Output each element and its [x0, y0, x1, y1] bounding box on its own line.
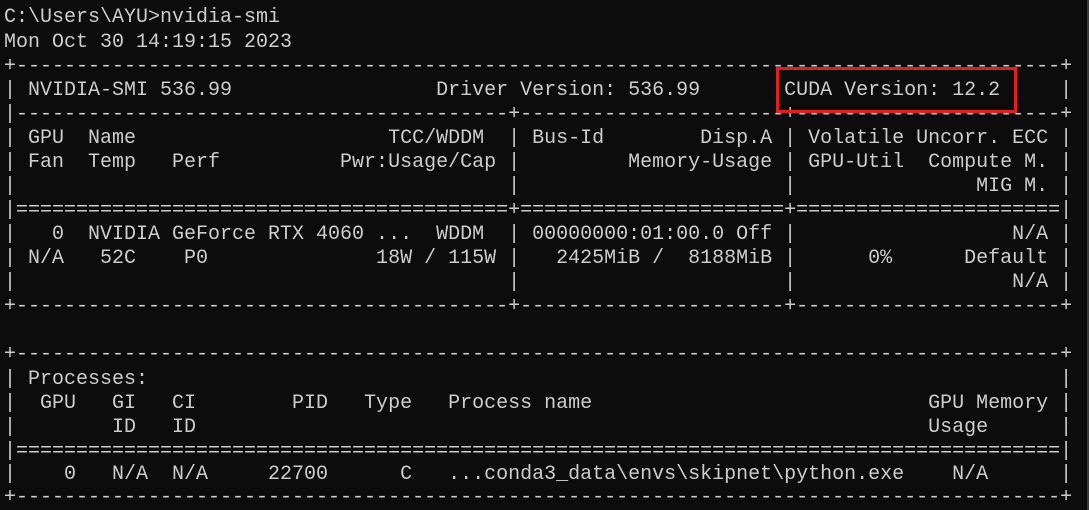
- terminal-window[interactable]: C:\Users\AYU>nvidia-smi Mon Oct 30 14:19…: [0, 0, 1089, 510]
- processes-title: | Processes: |: [4, 368, 1073, 391]
- process-row: | 0 N/A N/A 22700 C ...conda3_data\envs\…: [4, 463, 1073, 486]
- gpu-row-3: | | | N/A |: [4, 271, 1073, 294]
- processes-double-separator: |=======================================…: [4, 440, 1073, 463]
- processes-top-border: +---------------------------------------…: [4, 343, 1073, 366]
- header-double-separator: |=======================================…: [4, 199, 1073, 222]
- gpu-row-2: | N/A 52C P0 18W / 115W | 2425MiB / 8188…: [4, 247, 1073, 270]
- gpu-table-bottom-border: +---------------------------------------…: [4, 295, 1073, 318]
- cuda-version-highlight: [776, 67, 1017, 113]
- processes-header-row-2: | ID ID Usage |: [4, 416, 1073, 439]
- gpu-header-row-1: | GPU Name TCC/WDDM | Bus-Id Disp.A | Vo…: [4, 127, 1073, 150]
- processes-bottom-border: +---------------------------------------…: [4, 486, 1073, 509]
- processes-header-row-1: | GPU GI CI PID Type Process name GPU Me…: [4, 392, 1073, 415]
- gpu-header-row-2: | Fan Temp Perf Pwr:Usage/Cap | Memory-U…: [4, 151, 1073, 174]
- timestamp-line: Mon Oct 30 14:19:15 2023: [4, 31, 293, 54]
- gpu-row-1: | 0 NVIDIA GeForce RTX 4060 ... WDDM | 0…: [4, 223, 1073, 246]
- command-prompt-line: C:\Users\AYU>nvidia-smi: [4, 6, 281, 29]
- gpu-header-row-3: | | | MIG M. |: [4, 175, 1073, 198]
